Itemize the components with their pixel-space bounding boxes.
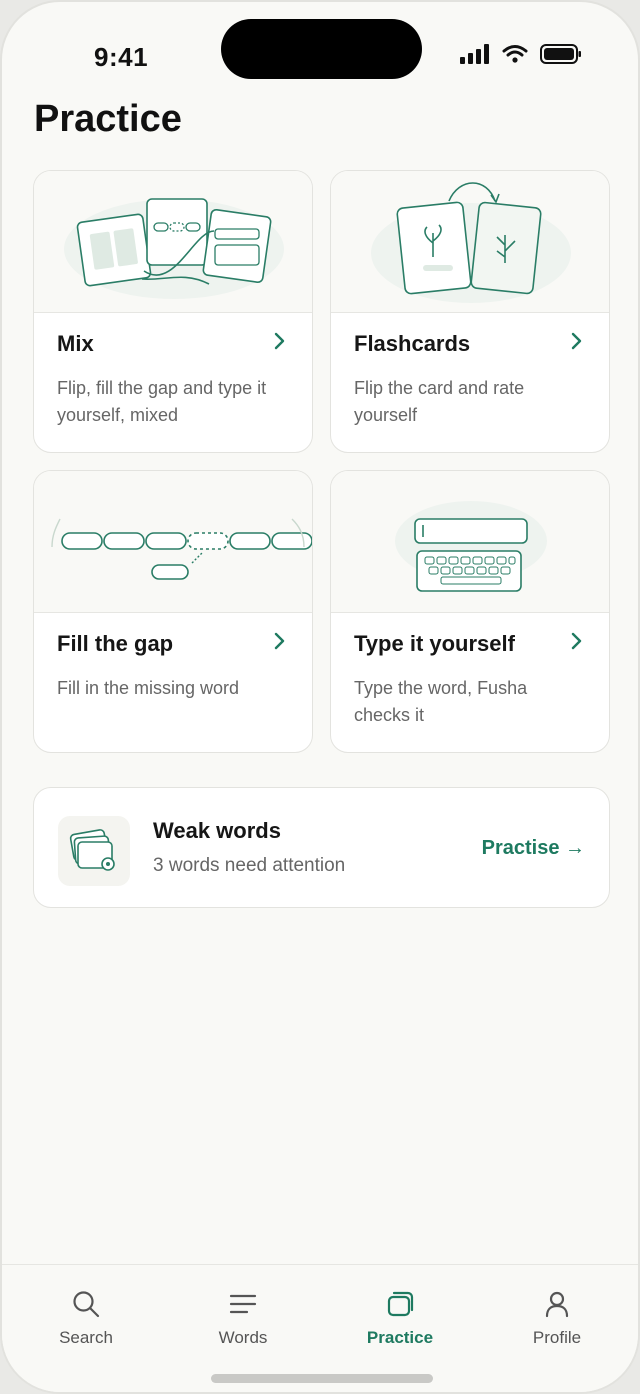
practise-link[interactable]: Practise →: [482, 837, 585, 860]
tab-label: Words: [218, 1328, 268, 1347]
cellular-signal-icon: [460, 44, 489, 64]
wifi-icon: [502, 45, 528, 63]
keyboard-icon: [395, 501, 547, 592]
tab-practice[interactable]: Practice: [340, 1289, 460, 1348]
battery-icon: [540, 44, 581, 64]
tab-profile[interactable]: Profile: [497, 1289, 617, 1348]
tab-label: Profile: [532, 1328, 582, 1347]
phone-screen: 9:41 Practice Mix Flip, fill the gap and…: [0, 0, 640, 1394]
card-title: Fill the gap: [57, 631, 174, 656]
chevron-right-icon: [274, 632, 285, 650]
tab-label: Practice: [366, 1328, 434, 1347]
fill-gap-illustration: [34, 471, 312, 613]
status-icons: [460, 44, 582, 64]
search-icon: [73, 1291, 100, 1318]
person-icon: [545, 1291, 569, 1318]
status-bar: 9:41: [2, 2, 638, 92]
practice-card-mix[interactable]: Mix Flip, fill the gap and type it yours…: [33, 170, 313, 453]
status-time: 9:41: [94, 42, 149, 72]
tab-words[interactable]: Words: [183, 1289, 303, 1348]
card-description: Flip, fill the gap and type it yourself,…: [57, 378, 267, 425]
weak-words-card[interactable]: Weak words 3 words need attention Practi…: [33, 787, 610, 908]
dynamic-island: [221, 19, 422, 79]
cards-icon: [387, 1291, 414, 1317]
chevron-right-icon: [571, 632, 582, 650]
mix-illustration: [34, 171, 312, 313]
word-chain-icon: [51, 518, 312, 580]
flip-card-icon: [371, 182, 571, 303]
flashcards-illustration: [331, 171, 609, 313]
weak-words-subtitle: 3 words need attention: [153, 855, 346, 876]
tab-label: Search: [59, 1328, 113, 1347]
list-icon: [229, 1294, 257, 1314]
weak-words-title: Weak words: [153, 818, 281, 843]
mix-cards-icon: [64, 198, 284, 299]
home-indicator: [211, 1374, 433, 1383]
tab-search[interactable]: Search: [26, 1289, 146, 1348]
card-title: Flashcards: [354, 331, 471, 356]
weak-words-icon-box: [58, 816, 130, 886]
card-description: Fill in the missing word: [57, 678, 240, 698]
chevron-right-icon: [274, 332, 285, 350]
card-title: Type it yourself: [354, 631, 515, 656]
practice-card-fill-the-gap[interactable]: Fill the gap Fill in the missing word: [33, 470, 313, 753]
type-illustration: [331, 471, 609, 613]
practice-card-type-it-yourself[interactable]: Type it yourself Type the word, Fusha ch…: [330, 470, 610, 753]
chevron-right-icon: [571, 332, 582, 350]
page-title: Practice: [34, 98, 182, 140]
card-description: Type the word, Fusha checks it: [354, 678, 528, 725]
card-description: Flip the card and rate yourself: [354, 378, 525, 425]
card-title: Mix: [57, 331, 94, 356]
practice-card-flashcards[interactable]: Flashcards Flip the card and rate yourse…: [330, 170, 610, 453]
weak-cards-icon: [69, 829, 115, 871]
